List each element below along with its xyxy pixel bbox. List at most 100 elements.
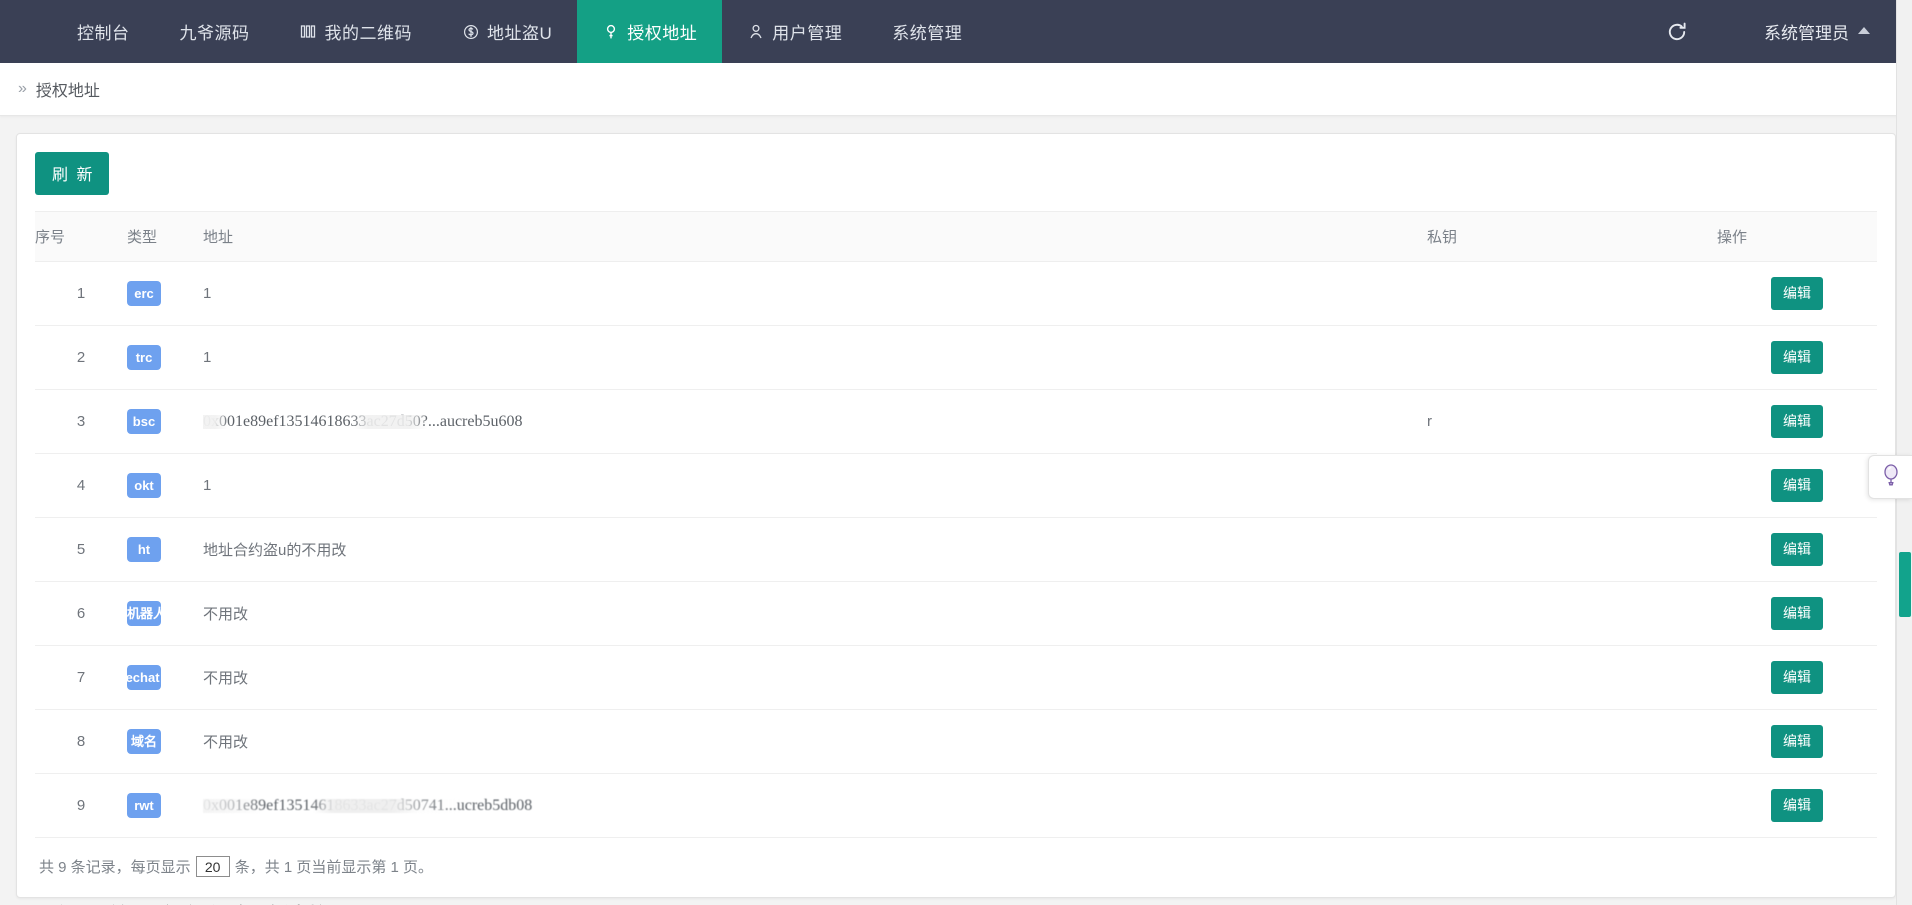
user-menu[interactable]: 系统管理员 [1704,0,1886,63]
nav-item-label: 用户管理 [772,19,842,44]
cell-address: 不用改 [203,582,1427,646]
cell-type: okt [127,454,203,518]
edit-button[interactable]: 编辑 [1771,405,1823,438]
nav-right-group: 系统管理员 [1650,0,1912,63]
nav-item-my-qrcode[interactable]: 我的二维码 [275,0,438,63]
cell-action: 编辑 [1717,710,1877,774]
table-header-row: 序号 类型 地址 私钥 操作 [35,212,1877,262]
cell-address: 1 [203,454,1427,518]
table-row: 3bsc0x001e89ef13514618633ac27d50?...aucr… [35,390,1877,454]
qrcode-icon [300,23,317,40]
cell-address: 1 [203,262,1427,326]
cell-type: trc [127,326,203,390]
nav-menu: 控制台 九爷源码 我的二维码 地址盗U [52,0,987,63]
cell-private-key [1427,326,1717,390]
edit-button[interactable]: 编辑 [1771,277,1823,310]
cell-private-key [1427,646,1717,710]
type-badge: wechat [127,665,161,690]
floating-help-widget[interactable] [1868,455,1912,499]
cell-action: 编辑 [1717,454,1877,518]
type-badge: rwt [127,793,161,818]
cell-action: 编辑 [1717,518,1877,582]
cell-action: 编辑 [1717,390,1877,454]
table-body: 1erc1编辑2trc1编辑3bsc0x001e89ef13514618633a… [35,262,1877,838]
table-header: 序号 类型 地址 私钥 操作 [35,212,1877,262]
cell-private-key [1427,774,1717,838]
cell-action: 编辑 [1717,774,1877,838]
edit-button[interactable]: 编辑 [1771,597,1823,630]
address-text: 0x001e89ef13514618633ac27d50741...ucreb5… [203,797,532,815]
nav-item-label: 系统管理 [892,19,962,44]
cell-action: 编辑 [1717,326,1877,390]
nav-item-authorized-address[interactable]: 授权地址 [577,0,722,63]
type-badge: ht [127,537,161,562]
nav-item-console[interactable]: 控制台 [52,0,155,63]
top-navbar: 控制台 九爷源码 我的二维码 地址盗U [0,0,1912,63]
cell-index: 6 [35,582,127,646]
breadcrumb-separator-icon: » [18,80,27,98]
content-area: 刷 新 序号 类型 地址 私钥 操作 1erc1编辑2trc1编辑3bsc0x0… [0,116,1912,898]
edit-button[interactable]: 编辑 [1771,533,1823,566]
cell-address: 地址合约盗u的不用改 [203,518,1427,582]
type-badge: okt [127,473,161,498]
nav-item-source[interactable]: 九爷源码 [155,0,275,63]
type-badge: 域名 [127,729,161,754]
pagination-suffix: 条，共 1 页当前显示第 1 页。 [235,856,433,877]
nav-item-label: 地址盗U [487,19,552,44]
type-badge: bsc [127,409,161,434]
page-size-input[interactable] [196,856,230,877]
cell-index: 4 [35,454,127,518]
address-text: 不用改 [203,606,248,623]
column-header-type: 类型 [127,212,203,262]
nav-item-label: 授权地址 [627,19,697,44]
address-text: 0x001e89ef13514618633ac27d50?...aucreb5u… [203,413,522,431]
table-row: 4okt 1 编辑 [35,454,1877,518]
key-icon [602,23,619,40]
nav-item-label: 控制台 [77,19,130,44]
nav-item-address-steal-u[interactable]: 地址盗U [437,0,577,63]
edit-button[interactable]: 编辑 [1771,469,1823,502]
table-row: 8域名 不用改 编辑 [35,710,1877,774]
column-header-key: 私钥 [1427,212,1717,262]
edit-button[interactable]: 编辑 [1771,725,1823,758]
cell-type: wechat [127,646,203,710]
authorized-address-panel: 刷 新 序号 类型 地址 私钥 操作 1erc1编辑2trc1编辑3bsc0x0… [16,133,1896,898]
type-badge: erc [127,281,161,306]
edit-button[interactable]: 编辑 [1771,341,1823,374]
nav-item-system-management[interactable]: 系统管理 [867,0,987,63]
address-text: 1 [203,349,211,366]
cell-address: 不用改 [203,646,1427,710]
authorized-address-table: 序号 类型 地址 私钥 操作 1erc1编辑2trc1编辑3bsc0x001e8… [35,211,1877,837]
cell-private-key: r [1427,390,1717,454]
user-name-label: 系统管理员 [1764,19,1849,44]
cell-action: 编辑 [1717,582,1877,646]
table-row: 9rwt0x001e89ef13514618633ac27d50741...uc… [35,774,1877,838]
cell-index: 5 [35,518,127,582]
cell-private-key [1427,582,1717,646]
edit-button[interactable]: 编辑 [1771,661,1823,694]
cell-type: rwt [127,774,203,838]
page-scrollbar[interactable] [1896,0,1912,905]
column-header-index: 序号 [35,212,127,262]
cell-private-key [1427,262,1717,326]
cell-address: 1 [203,326,1427,390]
refresh-icon[interactable] [1650,0,1704,63]
table-row: 1erc1编辑 [35,262,1877,326]
refresh-button[interactable]: 刷 新 [35,152,109,195]
caret-up-icon [1858,27,1870,34]
scrollbar-thumb[interactable] [1899,552,1911,617]
cell-action: 编辑 [1717,646,1877,710]
address-text: 1 [203,285,211,302]
balloon-icon [1881,464,1901,491]
edit-button[interactable]: 编辑 [1771,789,1823,822]
cell-address: 不用改 [203,710,1427,774]
pagination-info: 共 9 条记录，每页显示 条，共 1 页当前显示第 1 页。 [35,837,1877,897]
cell-type: erc [127,262,203,326]
address-text: 不用改 [203,670,248,687]
cell-address: 0x001e89ef13514618633ac27d50741...ucreb5… [203,774,1427,838]
type-badge: 机器人api [127,601,161,626]
nav-item-user-management[interactable]: 用户管理 [722,0,867,63]
cell-index: 8 [35,710,127,774]
column-header-address: 地址 [203,212,1427,262]
nav-item-label: 我的二维码 [325,19,413,44]
